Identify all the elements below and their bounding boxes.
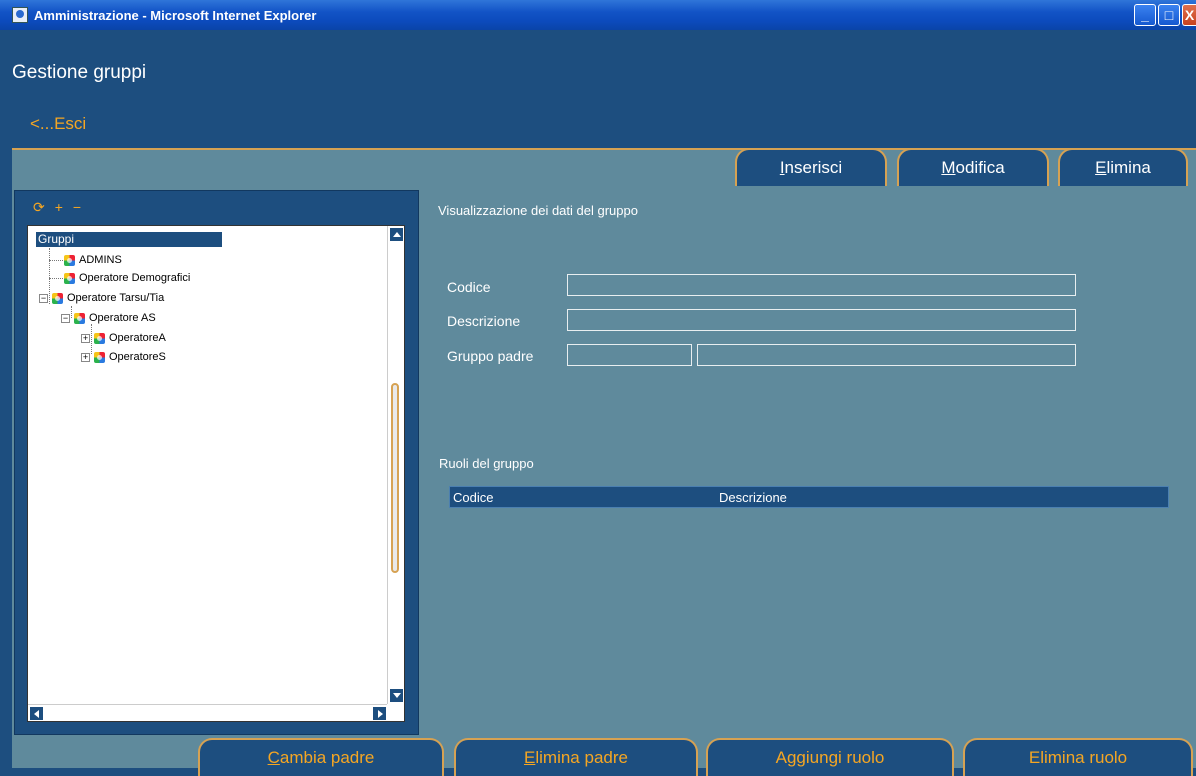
collapse-icon[interactable]: − [39, 293, 48, 303]
tree-node-label: OperatoreA [109, 331, 166, 344]
gruppo-padre-label: Gruppo padre [447, 348, 534, 364]
tab-elimina-accel: E [1095, 158, 1107, 177]
elimina-ruolo-button[interactable]: Elimina ruolo [963, 738, 1193, 776]
refresh-icon[interactable]: ⟳ [33, 199, 55, 215]
gruppo-padre-code-field[interactable] [567, 344, 692, 366]
ie-icon [12, 7, 28, 23]
scroll-up-button[interactable] [389, 227, 404, 242]
elimina-padre-button[interactable]: Elimina padre [454, 738, 698, 776]
window-title: Amministrazione - Microsoft Internet Exp… [34, 7, 317, 23]
maximize-button[interactable]: □ [1158, 4, 1180, 26]
scroll-down-button[interactable] [389, 688, 404, 703]
app-header: Gestione gruppi <...Esci [0, 30, 1196, 148]
gruppo-padre-desc-field[interactable] [697, 344, 1076, 366]
group-icon [64, 254, 75, 266]
exit-link[interactable]: <...Esci [30, 114, 86, 134]
codice-field[interactable] [567, 274, 1076, 296]
collapse-icon[interactable]: − [61, 313, 70, 323]
group-icon [94, 351, 105, 363]
scroll-thumb[interactable] [391, 383, 399, 573]
descrizione-label: Descrizione [447, 313, 521, 329]
cambia-padre-label: ambia padre [279, 748, 375, 767]
scroll-right-button[interactable] [372, 706, 387, 721]
tree-connector [49, 260, 63, 261]
elimina-ruolo-label: Elimina ruolo [1028, 748, 1128, 767]
minimize-button[interactable]: _ [1134, 4, 1156, 26]
cambia-padre-button[interactable]: Cambia padre [198, 738, 444, 776]
tree-connector [49, 278, 63, 279]
tree-node-label: Operatore Demografici [79, 271, 191, 284]
tree-toolbar: ⟳+− [33, 199, 91, 216]
expand-icon[interactable]: + [55, 199, 73, 215]
codice-label: Codice [447, 279, 491, 295]
tree-view[interactable]: Gruppi ADMINS Operatore Demografici − Op… [27, 225, 405, 722]
vertical-scrollbar[interactable] [387, 226, 404, 704]
column-header-codice[interactable]: Codice [453, 490, 493, 505]
elimina-padre-accel: E [524, 748, 536, 767]
tree-node-label: ADMINS [79, 253, 122, 266]
column-header-descrizione[interactable]: Descrizione [719, 490, 787, 505]
tab-modifica-accel: M [941, 158, 956, 177]
group-icon [52, 292, 63, 304]
tab-modifica[interactable]: Modifica [897, 148, 1049, 186]
tree-root-gruppi[interactable]: Gruppi [36, 232, 222, 247]
scrollbar-corner [387, 704, 404, 721]
aggiungi-ruolo-label: Aggiungi ruolo [775, 748, 885, 767]
tree-node-admins[interactable]: ADMINS [64, 253, 122, 267]
collapse-icon[interactable]: − [73, 199, 91, 215]
tree-node-label: OperatoreS [109, 350, 166, 363]
tree-node-operatore-demografici[interactable]: Operatore Demografici [64, 271, 190, 285]
tab-elimina[interactable]: Elimina [1058, 148, 1188, 186]
tree-panel: ⟳+− Gruppi ADMINS Operatore Demografici … [14, 190, 419, 735]
window-controls: _ □ X [1134, 4, 1196, 26]
tree-node-label: Operatore AS [89, 311, 156, 324]
elimina-padre-label: limina padre [535, 748, 628, 767]
aggiungi-ruolo-button[interactable]: Aggiungi ruolo [706, 738, 954, 776]
group-icon [64, 272, 75, 284]
tree-node-operatorea[interactable]: + OperatoreA [81, 331, 166, 345]
cambia-padre-accel: C [267, 748, 280, 767]
tab-elimina-label: limina [1106, 158, 1151, 177]
tab-modifica-label: odifica [955, 158, 1005, 177]
section-title: Visualizzazione dei dati del gruppo [438, 203, 638, 218]
tree-node-label: Operatore Tarsu/Tia [67, 291, 165, 304]
expand-icon[interactable]: + [81, 333, 90, 343]
close-button[interactable]: X [1182, 4, 1196, 26]
expand-icon[interactable]: + [81, 352, 90, 362]
tab-inserisci[interactable]: Inserisci [735, 148, 887, 186]
horizontal-scrollbar[interactable] [28, 704, 388, 721]
tree-node-operatore-tarsu[interactable]: − Operatore Tarsu/Tia [39, 291, 164, 305]
tree-node-operatore-as[interactable]: − Operatore AS [61, 311, 156, 325]
page-title: Gestione gruppi [12, 62, 147, 83]
group-icon [74, 312, 85, 324]
scroll-left-button[interactable] [29, 706, 44, 721]
roles-table-header: Codice Descrizione [449, 486, 1169, 508]
window-titlebar: Amministrazione - Microsoft Internet Exp… [0, 0, 1196, 30]
group-icon [94, 332, 105, 344]
tree-content: Gruppi [36, 232, 222, 247]
tree-node-operatores[interactable]: + OperatoreS [81, 350, 166, 364]
tab-inserisci-label: nserisci [784, 158, 843, 177]
descrizione-field[interactable] [567, 309, 1076, 331]
roles-title: Ruoli del gruppo [439, 456, 534, 471]
